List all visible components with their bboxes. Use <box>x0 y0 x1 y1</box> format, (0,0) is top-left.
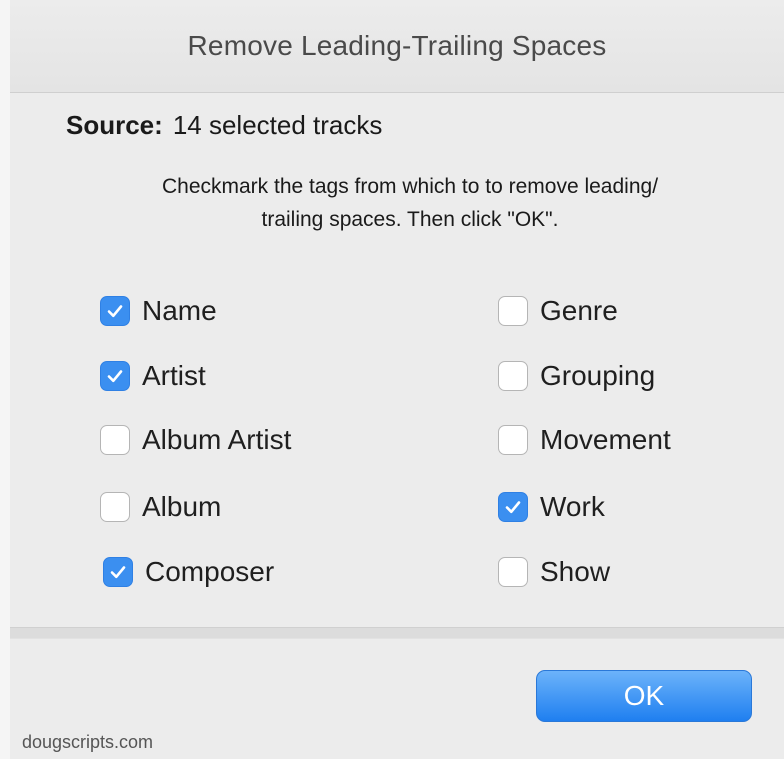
checkbox-grouping[interactable]: Grouping <box>498 356 655 396</box>
checkbox-label[interactable]: Work <box>540 491 605 523</box>
checkbox-name[interactable]: Name <box>100 291 217 331</box>
checkmark-icon <box>110 566 126 579</box>
checkbox-album[interactable]: Album <box>100 487 221 527</box>
source-label: Source: <box>66 110 163 140</box>
checkbox-label[interactable]: Grouping <box>540 360 655 392</box>
checkbox-label[interactable]: Show <box>540 556 610 588</box>
checkbox-label[interactable]: Movement <box>540 424 671 456</box>
checkbox-genre[interactable]: Genre <box>498 291 618 331</box>
dialog-window: Remove Leading-Trailing Spaces Source: 14… <box>10 0 784 759</box>
checkbox-composer[interactable]: Composer <box>103 552 274 592</box>
checkbox-box[interactable] <box>498 425 528 455</box>
checkbox-box[interactable] <box>498 557 528 587</box>
checkbox-label[interactable]: Album Artist <box>142 424 291 456</box>
checkbox-box[interactable] <box>498 492 528 522</box>
checkbox-label[interactable]: Composer <box>145 556 274 588</box>
separator <box>10 627 784 639</box>
checkbox-label[interactable]: Name <box>142 295 217 327</box>
instructions-text: Checkmark the tags from which to to remo… <box>50 170 770 236</box>
checkbox-box[interactable] <box>100 425 130 455</box>
checkbox-box[interactable] <box>103 557 133 587</box>
source-line: Source: 14 selected tracks <box>66 110 382 141</box>
checkbox-box[interactable] <box>498 361 528 391</box>
checkbox-movement[interactable]: Movement <box>498 420 671 460</box>
source-value: 14 selected tracks <box>172 110 383 140</box>
footer-credit: dougscripts.com <box>22 732 154 752</box>
checkbox-artist[interactable]: Artist <box>100 356 206 396</box>
checkmark-icon <box>505 501 521 514</box>
checkbox-label[interactable]: Artist <box>142 360 206 392</box>
instructions-line-2: trailing spaces. Then click "OK". <box>261 208 559 231</box>
checkbox-box[interactable] <box>100 296 130 326</box>
checkbox-album-artist[interactable]: Album Artist <box>100 420 291 460</box>
window-title: Remove Leading-Trailing Spaces <box>187 30 607 61</box>
instructions-line-1: Checkmark the tags from which to to remo… <box>161 175 659 198</box>
checkmark-icon <box>107 305 123 318</box>
ok-button[interactable]: OK <box>536 670 752 722</box>
checkbox-box[interactable] <box>100 492 130 522</box>
checkbox-show[interactable]: Show <box>498 552 610 592</box>
checkbox-label[interactable]: Album <box>142 491 221 523</box>
checkbox-box[interactable] <box>498 296 528 326</box>
title-bar[interactable]: Remove Leading-Trailing Spaces <box>10 0 784 93</box>
checkbox-box[interactable] <box>100 361 130 391</box>
screen: Remove Leading-Trailing Spaces Source: 14… <box>0 0 784 759</box>
checkbox-work[interactable]: Work <box>498 487 605 527</box>
checkbox-label[interactable]: Genre <box>540 295 618 327</box>
checkmark-icon <box>107 370 123 383</box>
